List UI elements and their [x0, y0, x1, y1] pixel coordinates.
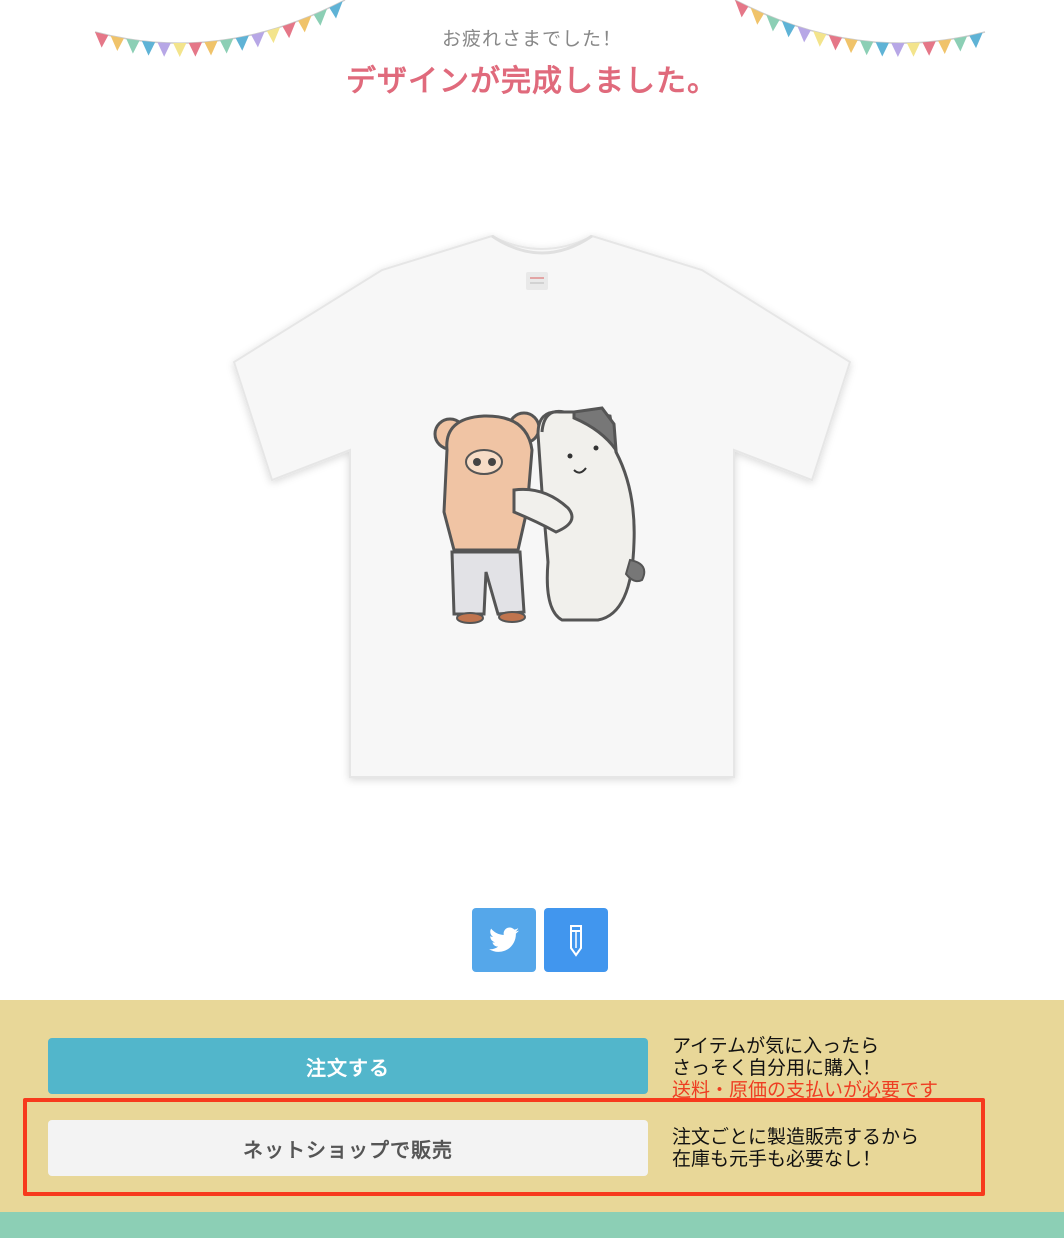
twitter-icon [489, 927, 519, 952]
edit-design-button[interactable] [544, 908, 608, 972]
order-description: アイテムが気に入ったら さっそく自分用に購入！ 送料・原価の支払いが必要です [672, 1035, 938, 1101]
tshirt-preview-image [232, 234, 852, 778]
footer-band [0, 1212, 1064, 1238]
pencil-icon [570, 925, 582, 957]
completion-title: デザインが完成しました。 [346, 64, 718, 99]
order-button[interactable]: 注文する [48, 1038, 648, 1094]
order-desc-line1: アイテムが気に入ったら [672, 1035, 880, 1057]
order-desc-line2: さっそく自分用に購入！ [672, 1057, 882, 1079]
twitter-share-button[interactable] [472, 908, 536, 972]
completion-subtitle: お疲れさまでした！ [441, 28, 622, 50]
share-buttons [472, 908, 608, 972]
highlight-annotation-box [23, 1098, 985, 1196]
